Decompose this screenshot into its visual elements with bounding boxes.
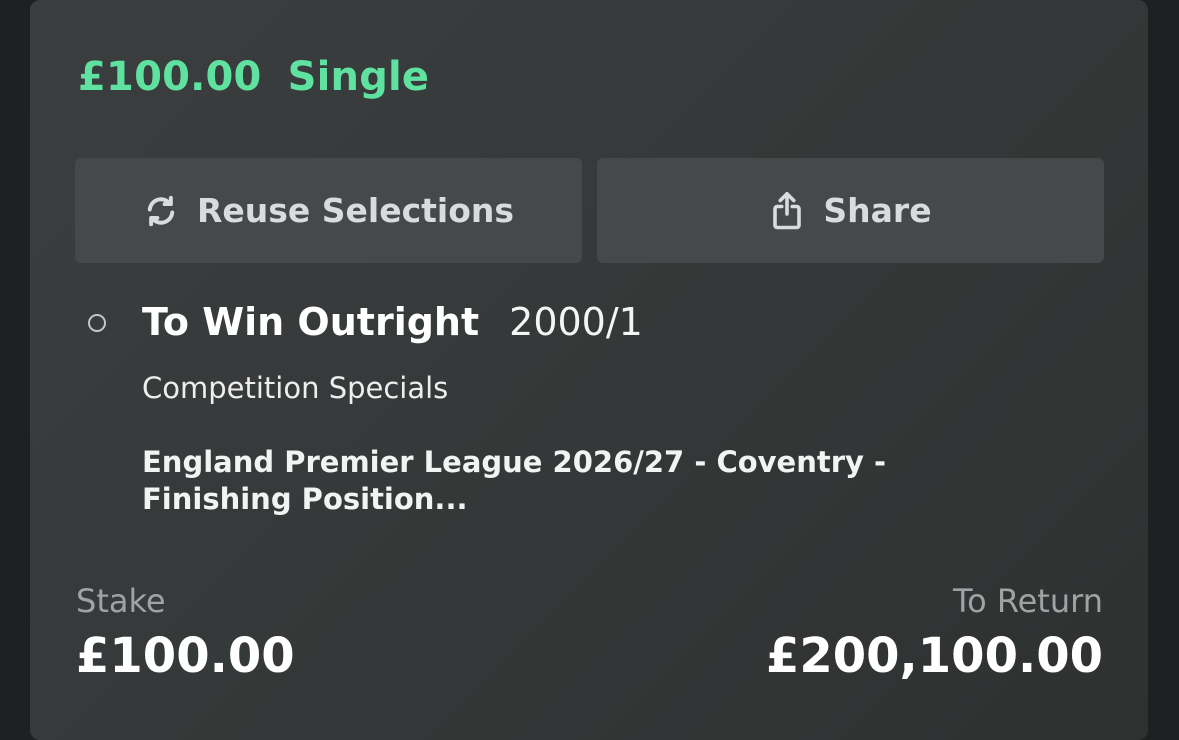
- share-button[interactable]: Share: [597, 158, 1104, 263]
- share-icon: [769, 190, 805, 232]
- selection-status-icon: [88, 314, 106, 332]
- reuse-selections-button[interactable]: Reuse Selections: [75, 158, 582, 263]
- stake-label: Stake: [76, 582, 166, 620]
- refresh-icon: [143, 193, 179, 229]
- reuse-selections-label: Reuse Selections: [196, 191, 515, 230]
- to-return-label: To Return: [952, 582, 1103, 620]
- bet-amount: £100.00: [78, 54, 262, 100]
- bet-type: Single: [287, 54, 430, 100]
- bet-card: £100.00 Single Reuse Selections Share To …: [30, 0, 1148, 740]
- share-label: Share: [823, 191, 932, 230]
- market-name: To Win Outright: [142, 300, 480, 344]
- to-return-value: £200,100.00: [765, 628, 1103, 684]
- stake-value: £100.00: [76, 628, 295, 684]
- selection-event: England Premier League 2026/27 - Coventr…: [142, 445, 887, 516]
- bet-header: £100.00 Single: [78, 54, 429, 100]
- selection-category: Competition Specials: [142, 371, 449, 405]
- selection-market: To Win Outright 2000/1: [142, 300, 643, 344]
- selection-odds: 2000/1: [509, 300, 643, 344]
